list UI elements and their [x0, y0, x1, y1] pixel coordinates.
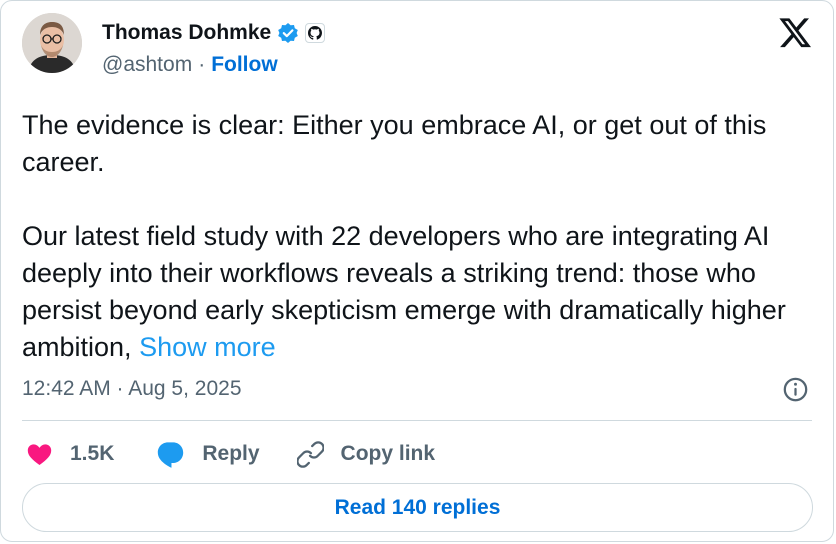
read-replies-button[interactable]: Read 140 replies: [22, 483, 813, 532]
follow-button[interactable]: Follow: [211, 53, 278, 77]
copy-link-label: Copy link: [340, 442, 436, 465]
tweet-paragraph-text: Our latest field study with 22 developer…: [22, 221, 786, 362]
handle-separator: ·: [198, 53, 206, 76]
info-icon[interactable]: [782, 376, 809, 403]
github-icon: [308, 26, 323, 40]
show-more-link[interactable]: Show more: [139, 332, 276, 362]
like-button[interactable]: 1.5K: [26, 441, 114, 468]
avatar[interactable]: [22, 13, 82, 73]
copy-link-button[interactable]: Copy link: [296, 440, 436, 468]
tweet-card: Thomas Dohmke @ashtom · Follow The evide…: [0, 0, 834, 542]
x-logo-icon[interactable]: [779, 18, 811, 48]
reply-label: Reply: [202, 442, 260, 465]
speech-bubble-icon: [158, 441, 184, 468]
tweet-text: The evidence is clear: Either you embrac…: [22, 107, 812, 366]
heart-icon: [27, 443, 52, 465]
verified-badge-icon: [278, 23, 299, 43]
author-name[interactable]: Thomas Dohmke: [102, 21, 271, 45]
tweet-paragraph: The evidence is clear: Either you embrac…: [22, 107, 812, 181]
tweet-paragraph-text: The evidence is clear: Either you embrac…: [22, 110, 767, 177]
handle-row: @ashtom · Follow: [102, 53, 278, 77]
reply-button[interactable]: Reply: [156, 440, 260, 469]
author-name-row: Thomas Dohmke: [102, 18, 326, 48]
divider: [22, 420, 812, 421]
like-count: 1.5K: [70, 442, 115, 465]
github-affiliation-badge[interactable]: [305, 23, 326, 43]
author-handle[interactable]: @ashtom: [102, 53, 192, 77]
link-icon: [296, 440, 324, 468]
tweet-actions: 1.5K Reply Copy link: [26, 436, 435, 472]
avatar-image: [22, 13, 82, 73]
tweet-paragraph: Our latest field study with 22 developer…: [22, 218, 812, 366]
tweet-timestamp[interactable]: 12:42 AM · Aug 5, 2025: [22, 375, 242, 403]
